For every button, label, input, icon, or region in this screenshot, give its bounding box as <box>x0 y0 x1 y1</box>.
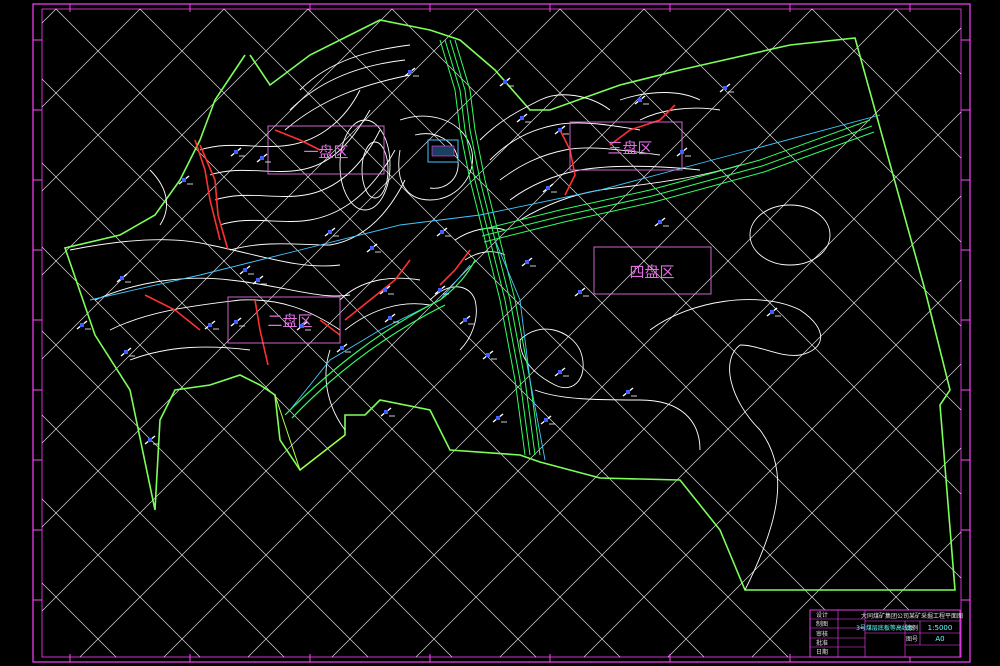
borehole-symbol-icon <box>336 343 351 353</box>
zone-1-label: 一盘区 <box>303 143 348 161</box>
tb-row-date: 日期 <box>816 648 828 656</box>
borehole-symbol-icon <box>230 317 245 327</box>
borehole-symbol-icon <box>574 287 589 297</box>
faults <box>144 104 676 366</box>
southwest-roadway <box>284 259 476 419</box>
borehole-symbol-icon <box>116 273 131 283</box>
tb-row-draft: 制图 <box>816 620 828 628</box>
borehole-symbol-icon <box>404 67 419 77</box>
borehole-symbol-icon <box>492 413 507 423</box>
zone-1[interactable]: 一盘区 <box>267 125 385 175</box>
borehole-symbol-icon <box>622 387 637 397</box>
tb-scale-label: 比例 <box>906 624 918 632</box>
borehole-symbol-icon <box>516 113 531 123</box>
borehole-symbol-icon <box>384 313 399 323</box>
borehole-symbol-icon <box>676 147 691 157</box>
borehole-symbol-icon <box>252 275 267 285</box>
mine-boundary-west <box>63 19 956 591</box>
borehole-symbol-icon <box>554 367 569 377</box>
borehole-symbol-icon <box>380 407 395 417</box>
inner-frame <box>41 8 962 658</box>
east-roadway <box>479 119 875 243</box>
zone-2-label: 二盘区 <box>267 312 312 330</box>
zone-4[interactable]: 四盘区 <box>593 246 712 295</box>
borehole-symbol-icon <box>204 320 219 330</box>
zone-3-label: 三盘区 <box>607 139 652 157</box>
tb-row-review: 审核 <box>816 630 828 638</box>
main-roadway <box>439 39 541 456</box>
borehole-symbol-icon <box>256 153 271 163</box>
borehole-symbol-icon <box>482 350 497 360</box>
cad-drawing: 一盘区 二盘区 三盘区 四盘区 设计 制图 审核 批准 日期 大同煤矿集团公司某… <box>32 3 971 663</box>
borehole-symbol-icon <box>239 265 254 275</box>
tb-row-approve: 批准 <box>816 639 828 647</box>
tb-sheet-label: 图号 <box>906 636 918 643</box>
tb-row-design: 设计 <box>816 611 828 619</box>
zone-4-label: 四盘区 <box>629 263 674 281</box>
borehole-symbol-icon <box>654 217 669 227</box>
tb-scale-value: 1:5000 <box>928 624 953 632</box>
coordinate-grid <box>41 8 962 658</box>
title-block: 设计 制图 审核 批准 日期 大同煤矿集团公司某矿采掘工程平面图 3号煤层底板等… <box>809 609 963 658</box>
zone-3[interactable]: 三盘区 <box>569 121 683 171</box>
tb-sheet-value: A0 <box>935 635 944 643</box>
borehole-symbol-icon <box>719 83 734 93</box>
borehole-symbol-icon <box>144 435 159 445</box>
borehole-symbol-icon <box>459 315 474 325</box>
borehole-symbol-icon <box>230 147 245 157</box>
borehole-symbol-icon <box>521 257 536 267</box>
tb-project-title: 大同煤矿集团公司某矿采掘工程平面图 <box>861 612 963 620</box>
borehole-symbol-icon <box>542 183 557 193</box>
